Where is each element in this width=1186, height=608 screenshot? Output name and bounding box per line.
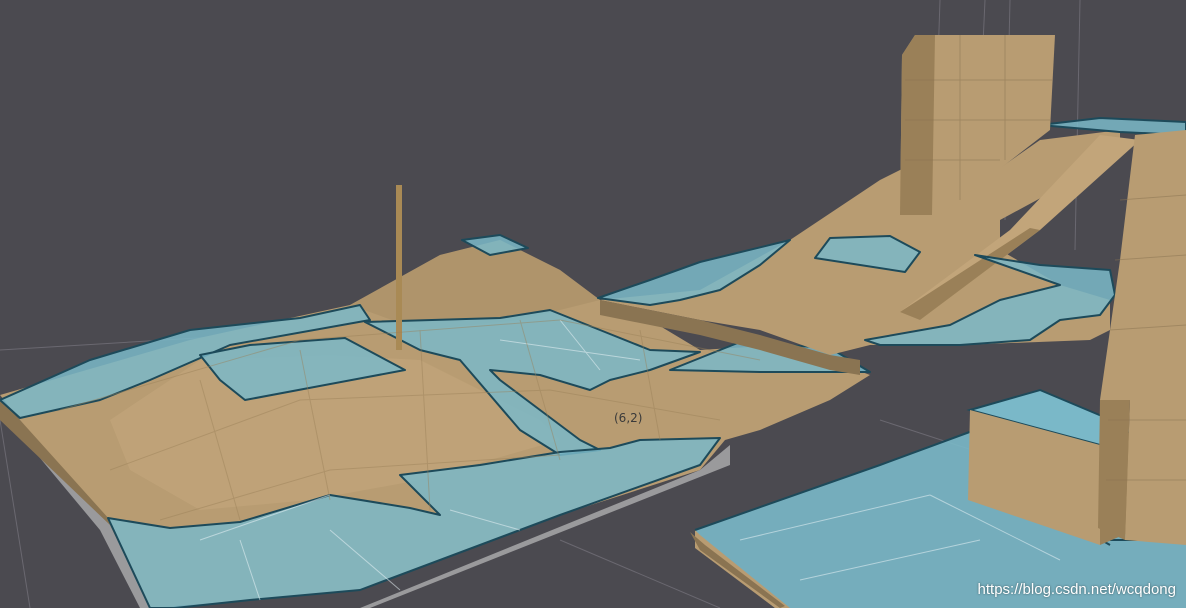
navmesh-scene[interactable] bbox=[0, 0, 1186, 608]
coordinate-label: (6,2) bbox=[614, 411, 643, 425]
pole bbox=[396, 185, 402, 350]
watermark: https://blog.csdn.net/wcqdong bbox=[977, 581, 1176, 598]
pillar-front bbox=[1098, 130, 1186, 545]
scene-viewport[interactable]: (6,2) https://blog.csdn.net/wcqdong bbox=[0, 0, 1186, 608]
